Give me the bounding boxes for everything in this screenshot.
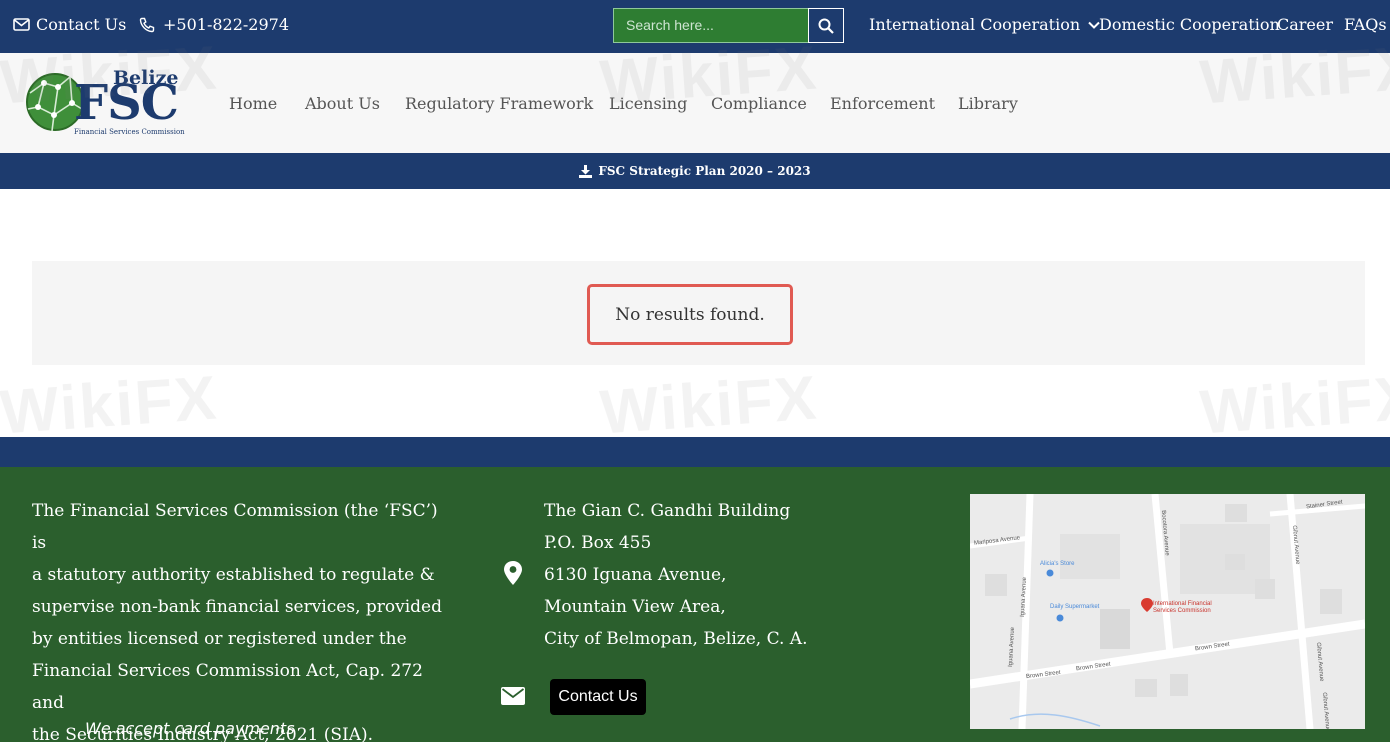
map-place-label: Alicia's Store (1040, 561, 1075, 567)
download-icon (579, 164, 593, 178)
location-pin-icon (504, 561, 522, 585)
about-line: supervise non-bank financial services, p… (32, 597, 443, 617)
phone-icon (139, 17, 155, 32)
nav-licensing[interactable]: Licensing (609, 94, 687, 113)
logo-word-fsc: FSC (74, 75, 179, 131)
about-line: by entities licensed or registered under… (32, 629, 407, 649)
map-marker-line: Services Commission (1153, 608, 1211, 614)
nav-regulatory-framework[interactable]: Regulatory Framework (405, 94, 593, 113)
footer-contact-button[interactable]: Contact Us (550, 679, 646, 715)
strategic-plan-label: FSC Strategic Plan 2020 – 2023 (598, 164, 811, 178)
strategic-plan-banner[interactable]: FSC Strategic Plan 2020 – 2023 (0, 153, 1390, 189)
map-marker-line: International Financial (1153, 601, 1212, 607)
topnav-faqs[interactable]: FAQs (1344, 15, 1387, 34)
envelope-icon (13, 18, 30, 31)
card-payments-note: We accept card payments (85, 719, 295, 738)
top-contact-label: Contact Us (36, 15, 127, 34)
search-input[interactable]: Search here... (613, 8, 809, 43)
top-phone-number: +501-822-2974 (163, 15, 290, 34)
about-line: The Financial Services Commission (the ‘… (32, 501, 438, 553)
topnav-domestic-cooperation[interactable]: Domestic Cooperation (1099, 15, 1280, 34)
no-results-message: No results found. (587, 284, 793, 345)
watermark: WikiFX (0, 363, 221, 448)
topnav-career[interactable]: Career (1277, 15, 1333, 34)
address-line: 6130 Iguana Avenue, (544, 565, 727, 585)
footer-address: The Gian C. Gandhi Building P.O. Box 455… (544, 495, 807, 655)
about-line: a statutory authority established to reg… (32, 565, 435, 585)
map-place-label: Daily Supermarket (1050, 604, 1100, 610)
address-line: City of Belmopan, Belize, C. A. (544, 629, 808, 649)
site-footer: The Financial Services Commission (the ‘… (0, 467, 1390, 742)
top-bar: Contact Us +501-822-2974 Search here... … (0, 0, 1390, 53)
search-icon (818, 18, 834, 34)
nav-home[interactable]: Home (229, 94, 277, 113)
top-contact-link[interactable]: Contact Us (13, 15, 126, 34)
top-phone-link[interactable]: +501-822-2974 (139, 15, 289, 34)
nav-library[interactable]: Library (958, 94, 1018, 113)
location-map[interactable]: Stainer Street Mariposa Avenue Bocotora … (970, 494, 1365, 729)
address-line: The Gian C. Gandhi Building (544, 501, 791, 521)
address-line: P.O. Box 455 (544, 533, 652, 553)
logo-tagline: Financial Services Commission (74, 128, 185, 136)
watermark: WikiFX (1197, 363, 1390, 448)
nav-enforcement[interactable]: Enforcement (830, 94, 935, 113)
site-logo[interactable]: Belize FSC Financial Services Commission (24, 67, 185, 141)
map-marker-label: International Financial Services Commiss… (1153, 601, 1212, 615)
topnav-international-cooperation[interactable]: International Cooperation (869, 15, 1100, 34)
nav-about-us[interactable]: About Us (305, 94, 380, 113)
envelope-icon (501, 687, 525, 705)
nav-compliance[interactable]: Compliance (711, 94, 807, 113)
footer-top-band (0, 437, 1390, 467)
topnav-international-label: International Cooperation (869, 15, 1081, 34)
footer-about: The Financial Services Commission (the ‘… (32, 495, 442, 742)
address-line: Mountain View Area, (544, 597, 726, 617)
search-button[interactable] (808, 8, 844, 43)
about-line: Financial Services Commission Act, Cap. … (32, 661, 423, 713)
site-header: Belize FSC Financial Services Commission… (0, 53, 1390, 153)
watermark: WikiFX (597, 363, 821, 448)
